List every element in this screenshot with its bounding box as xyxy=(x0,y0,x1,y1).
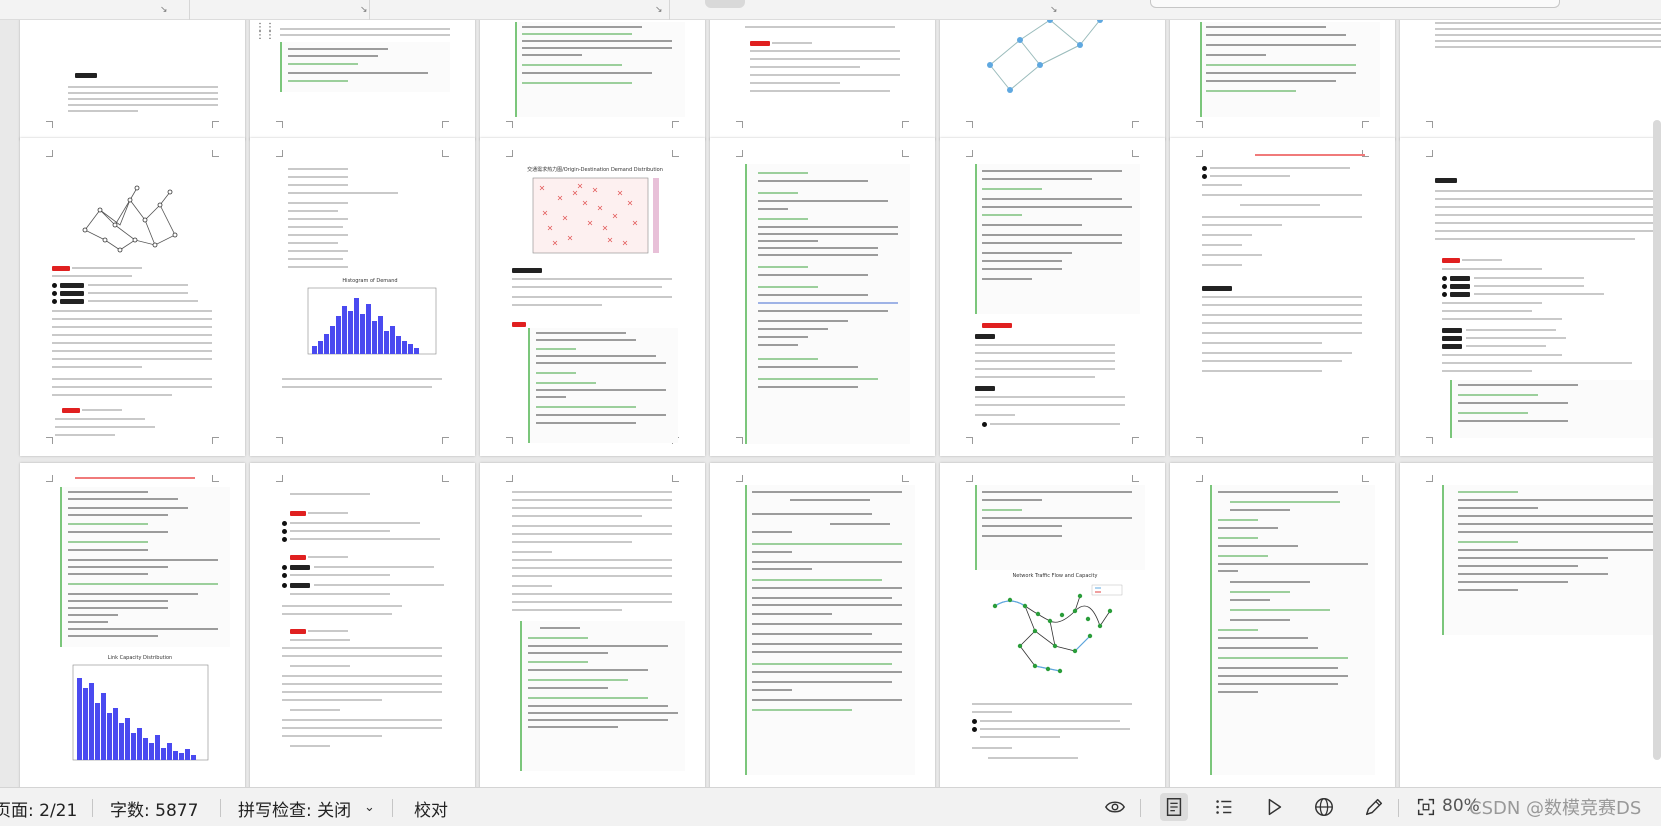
eye-icon[interactable] xyxy=(1101,793,1129,821)
ribbon-expand-icon[interactable]: ↘ xyxy=(160,6,168,15)
chart-title: Link Capacity Distribution xyxy=(107,655,173,661)
status-bar: 页面: 2/21 字数: 5877 拼写检查: 关闭 ⌄ 校对 80% CSDN… xyxy=(0,787,1661,826)
doc-page-7[interactable] xyxy=(1400,20,1661,140)
doc-page-3[interactable] xyxy=(480,20,705,140)
word-count[interactable]: 字数: 5877 xyxy=(110,796,198,821)
page-heading xyxy=(1435,178,1457,183)
drag-handle-icon[interactable]: ⋮⋮ ⋮⋮ xyxy=(255,23,275,41)
globe-icon[interactable] xyxy=(1310,793,1338,821)
page-view-icon[interactable] xyxy=(1160,793,1188,821)
network-flow-chart: Network Traffic Flow and Capacity xyxy=(980,573,1130,683)
ribbon-button[interactable] xyxy=(705,0,745,8)
focus-icon[interactable] xyxy=(1412,793,1440,821)
page-indicator[interactable]: 页面: 2/21 xyxy=(0,796,77,821)
separator xyxy=(1398,799,1399,817)
doc-page-11[interactable] xyxy=(710,138,935,456)
separator xyxy=(1140,799,1141,817)
capacity-histogram-chart: Link Capacity Distribution xyxy=(65,655,215,765)
doc-page-17[interactable] xyxy=(480,463,705,787)
doc-page-8[interactable] xyxy=(20,138,245,456)
ribbon-segment xyxy=(370,0,670,20)
doc-page-10[interactable]: 交通需求热力图/Origin-Destination Demand Distri… xyxy=(480,138,705,456)
network-diagram xyxy=(82,185,178,253)
doc-page-14[interactable] xyxy=(1400,138,1661,456)
ribbon-search-box[interactable] xyxy=(1150,0,1560,8)
page-grid: ⋮⋮ ⋮⋮ Histogram of Demand 交通需求热力图/Origin… xyxy=(0,20,1661,787)
doc-page-18[interactable] xyxy=(710,463,935,787)
doc-page-15[interactable]: Link Capacity Distribution xyxy=(20,463,245,787)
chevron-down-icon[interactable]: ⌄ xyxy=(364,800,375,815)
ribbon-expand-icon[interactable]: ↘ xyxy=(655,6,663,15)
doc-page-21[interactable] xyxy=(1400,463,1661,787)
ribbon-segment xyxy=(190,0,370,20)
doc-page-19[interactable]: Network Traffic Flow and Capacity xyxy=(940,463,1165,787)
chart-title: 交通需求热力图/Origin-Destination Demand Distri… xyxy=(527,167,663,173)
heatmap-chart: 交通需求热力图/Origin-Destination Demand Distri… xyxy=(520,166,670,261)
doc-page-1[interactable] xyxy=(20,20,245,140)
proofread-button[interactable]: 校对 xyxy=(414,796,448,821)
watermark: CSDN @数模竞赛DS xyxy=(1469,798,1642,819)
ribbon-expand-icon[interactable]: ↘ xyxy=(1050,6,1058,15)
doc-page-13[interactable] xyxy=(1170,138,1395,456)
separator xyxy=(392,799,393,817)
ribbon-edge: ↘ ↘ ↘ ↘ xyxy=(0,0,1661,20)
chart-title: Network Traffic Flow and Capacity xyxy=(1012,573,1098,579)
network-graph-icon xyxy=(987,20,1103,93)
doc-page-6[interactable] xyxy=(1170,20,1395,140)
doc-page-5[interactable] xyxy=(940,20,1165,140)
separator xyxy=(92,799,93,817)
vertical-scrollbar[interactable] xyxy=(1653,120,1661,760)
ribbon-expand-icon[interactable]: ↘ xyxy=(360,6,368,15)
outline-icon[interactable] xyxy=(1210,793,1238,821)
doc-page-2[interactable]: ⋮⋮ ⋮⋮ xyxy=(250,20,475,140)
doc-page-20[interactable] xyxy=(1170,463,1395,787)
separator xyxy=(220,799,221,817)
histogram-chart: Histogram of Demand xyxy=(295,278,445,370)
doc-page-12[interactable] xyxy=(940,138,1165,456)
chart-title: Histogram of Demand xyxy=(342,278,398,284)
pen-icon[interactable] xyxy=(1360,793,1388,821)
doc-page-16[interactable] xyxy=(250,463,475,787)
page-heading xyxy=(75,73,97,78)
spell-check-status[interactable]: 拼写检查: 关闭 xyxy=(238,796,351,821)
play-icon[interactable] xyxy=(1260,793,1288,821)
doc-page-9[interactable]: Histogram of Demand xyxy=(250,138,475,456)
doc-page-4[interactable] xyxy=(710,20,935,140)
